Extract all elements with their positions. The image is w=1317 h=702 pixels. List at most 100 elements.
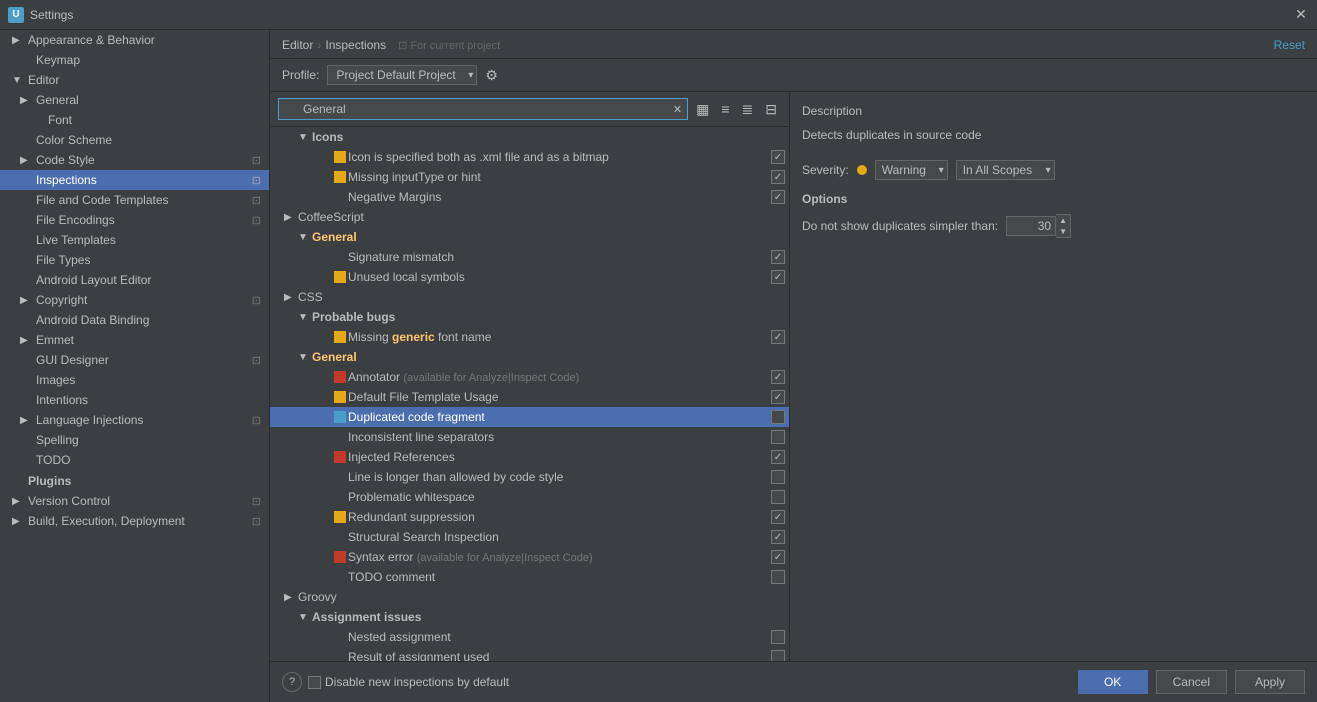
tree-item-missing-generic[interactable]: Missing generic font name bbox=[270, 327, 789, 347]
sidebar-item-file-types[interactable]: File Types bbox=[0, 250, 269, 270]
ok-button[interactable]: OK bbox=[1078, 670, 1148, 694]
tree-item-probable-bugs[interactable]: ▼ Probable bugs bbox=[270, 307, 789, 327]
sidebar-item-live-templates[interactable]: Live Templates bbox=[0, 230, 269, 250]
cancel-button[interactable]: Cancel bbox=[1156, 670, 1227, 694]
collapse-button[interactable]: ⊟ bbox=[761, 99, 781, 120]
sidebar-item-android-layout[interactable]: Android Layout Editor bbox=[0, 270, 269, 290]
search-input[interactable] bbox=[278, 98, 688, 120]
help-button[interactable]: ? bbox=[282, 672, 302, 692]
tree-item-general-css[interactable]: ▼ General bbox=[270, 347, 789, 367]
main-content: Editor › Inspections ⊡ For current proje… bbox=[270, 30, 1317, 702]
tree-item-default-file[interactable]: Default File Template Usage bbox=[270, 387, 789, 407]
inspection-checkbox[interactable] bbox=[771, 570, 785, 584]
inspection-checkbox[interactable] bbox=[771, 650, 785, 661]
inspection-checkbox[interactable] bbox=[771, 430, 785, 444]
sidebar-item-color-scheme[interactable]: Color Scheme bbox=[0, 130, 269, 150]
severity-color bbox=[334, 551, 346, 563]
sidebar-item-gui-designer[interactable]: GUI Designer ⊡ bbox=[0, 350, 269, 370]
inspection-checkbox[interactable] bbox=[771, 490, 785, 504]
inspection-checkbox[interactable] bbox=[771, 270, 785, 284]
tree-item-result-assignment[interactable]: Result of assignment used bbox=[270, 647, 789, 661]
sidebar-item-intentions[interactable]: Intentions bbox=[0, 390, 269, 410]
tree-item-redundant[interactable]: Redundant suppression bbox=[270, 507, 789, 527]
expand-button[interactable]: ≣ bbox=[738, 99, 758, 120]
sidebar-item-code-style[interactable]: ▶ Code Style ⊡ bbox=[0, 150, 269, 170]
inspection-checkbox[interactable] bbox=[771, 390, 785, 404]
inspection-checkbox[interactable] bbox=[771, 530, 785, 544]
tree-item-signature-mismatch[interactable]: Signature mismatch bbox=[270, 247, 789, 267]
inspection-checkbox[interactable] bbox=[771, 550, 785, 564]
sidebar-item-font[interactable]: Font bbox=[0, 110, 269, 130]
tree-item-icon-xml[interactable]: Icon is specified both as .xml file and … bbox=[270, 147, 789, 167]
tree-item-duplicated-code[interactable]: Duplicated code fragment ← 去掉勾 bbox=[270, 407, 789, 427]
inspection-checkbox[interactable] bbox=[771, 510, 785, 524]
tree-item-line-longer[interactable]: Line is longer than allowed by code styl… bbox=[270, 467, 789, 487]
tree-item-inconsistent[interactable]: Inconsistent line separators bbox=[270, 427, 789, 447]
scope-select[interactable]: In All Scopes bbox=[956, 160, 1055, 180]
profile-select[interactable]: Project Default Project bbox=[327, 65, 477, 85]
tree-item-syntax-error[interactable]: Syntax error (available for Analyze|Insp… bbox=[270, 547, 789, 567]
reset-button[interactable]: Reset bbox=[1274, 38, 1305, 52]
tree-item-assignment-issues[interactable]: ▼ Assignment issues bbox=[270, 607, 789, 627]
tree-item-label: TODO comment bbox=[348, 570, 771, 584]
inspection-checkbox[interactable] bbox=[771, 150, 785, 164]
sidebar-item-version-control[interactable]: ▶ Version Control ⊡ bbox=[0, 491, 269, 511]
sidebar-item-editor[interactable]: ▼ Editor bbox=[0, 70, 269, 90]
tree-item-groovy[interactable]: ▶ Groovy bbox=[270, 587, 789, 607]
filter-button[interactable]: ▦ bbox=[692, 99, 713, 120]
app-icon: U bbox=[8, 7, 24, 23]
sort-button[interactable]: ≡ bbox=[717, 99, 733, 119]
sidebar-item-file-encodings[interactable]: File Encodings ⊡ bbox=[0, 210, 269, 230]
tree-item-unused-local[interactable]: Unused local symbols bbox=[270, 267, 789, 287]
disable-new-inspections-checkbox[interactable] bbox=[308, 676, 321, 689]
tree-item-label: General bbox=[312, 230, 785, 244]
gear-button[interactable]: ⚙ bbox=[485, 67, 498, 84]
tree-item-missing-input[interactable]: Missing inputType or hint bbox=[270, 167, 789, 187]
severity-color bbox=[334, 631, 346, 643]
inspection-checkbox[interactable] bbox=[771, 630, 785, 644]
inspection-checkbox[interactable] bbox=[771, 190, 785, 204]
options-number-input[interactable] bbox=[1006, 216, 1056, 236]
sidebar-item-inspections[interactable]: Inspections ⊡ bbox=[0, 170, 269, 190]
severity-select[interactable]: Warning Error Info bbox=[875, 160, 948, 180]
clear-search-button[interactable]: ✕ bbox=[673, 103, 682, 116]
sidebar-item-copyright[interactable]: ▶ Copyright ⊡ bbox=[0, 290, 269, 310]
sidebar-item-file-code-templates[interactable]: File and Code Templates ⊡ bbox=[0, 190, 269, 210]
sidebar-item-language-injections[interactable]: ▶ Language Injections ⊡ bbox=[0, 410, 269, 430]
inspection-checkbox[interactable] bbox=[771, 170, 785, 184]
severity-color bbox=[334, 651, 346, 661]
inspection-checkbox[interactable] bbox=[771, 330, 785, 344]
inspection-checkbox[interactable] bbox=[771, 470, 785, 484]
tree-item-structural-search[interactable]: Structural Search Inspection bbox=[270, 527, 789, 547]
inspection-checkbox[interactable] bbox=[771, 370, 785, 384]
sidebar-item-plugins[interactable]: Plugins bbox=[0, 470, 269, 491]
sidebar-item-build-execution[interactable]: ▶ Build, Execution, Deployment ⊡ bbox=[0, 511, 269, 531]
sidebar-item-keymap[interactable]: Keymap bbox=[0, 50, 269, 70]
tree-item-coffeescript-general[interactable]: ▼ General bbox=[270, 227, 789, 247]
tree-item-nested-assignment[interactable]: Nested assignment bbox=[270, 627, 789, 647]
spinner-down-button[interactable]: ▼ bbox=[1056, 226, 1070, 237]
tree-item-injected-refs[interactable]: Injected References bbox=[270, 447, 789, 467]
tree-item-todo[interactable]: TODO comment bbox=[270, 567, 789, 587]
sidebar-item-general[interactable]: ▶ General bbox=[0, 90, 269, 110]
sidebar-item-emmet[interactable]: ▶ Emmet bbox=[0, 330, 269, 350]
severity-color bbox=[334, 191, 346, 203]
sidebar-item-todo[interactable]: TODO bbox=[0, 450, 269, 470]
inspection-checkbox[interactable] bbox=[771, 250, 785, 264]
sidebar-item-spelling[interactable]: Spelling bbox=[0, 430, 269, 450]
spinner-up-button[interactable]: ▲ bbox=[1056, 215, 1070, 226]
sidebar-item-images[interactable]: Images bbox=[0, 370, 269, 390]
tree-item-problematic-whitespace[interactable]: Problematic whitespace bbox=[270, 487, 789, 507]
inspection-checkbox[interactable] bbox=[771, 410, 785, 424]
sidebar-item-android-data-binding[interactable]: Android Data Binding bbox=[0, 310, 269, 330]
close-button[interactable]: ✕ bbox=[1293, 7, 1309, 23]
apply-button[interactable]: Apply bbox=[1235, 670, 1305, 694]
tree-item-icons[interactable]: ▼ Icons bbox=[270, 127, 789, 147]
inspection-checkbox[interactable] bbox=[771, 450, 785, 464]
arrow-icon: ▼ bbox=[298, 312, 312, 323]
tree-item-css[interactable]: ▶ CSS bbox=[270, 287, 789, 307]
tree-item-annotator[interactable]: Annotator (available for Analyze|Inspect… bbox=[270, 367, 789, 387]
sidebar-item-appearance[interactable]: ▶ Appearance & Behavior bbox=[0, 30, 269, 50]
tree-item-coffeescript[interactable]: ▶ CoffeeScript bbox=[270, 207, 789, 227]
tree-item-negative-margins[interactable]: Negative Margins bbox=[270, 187, 789, 207]
